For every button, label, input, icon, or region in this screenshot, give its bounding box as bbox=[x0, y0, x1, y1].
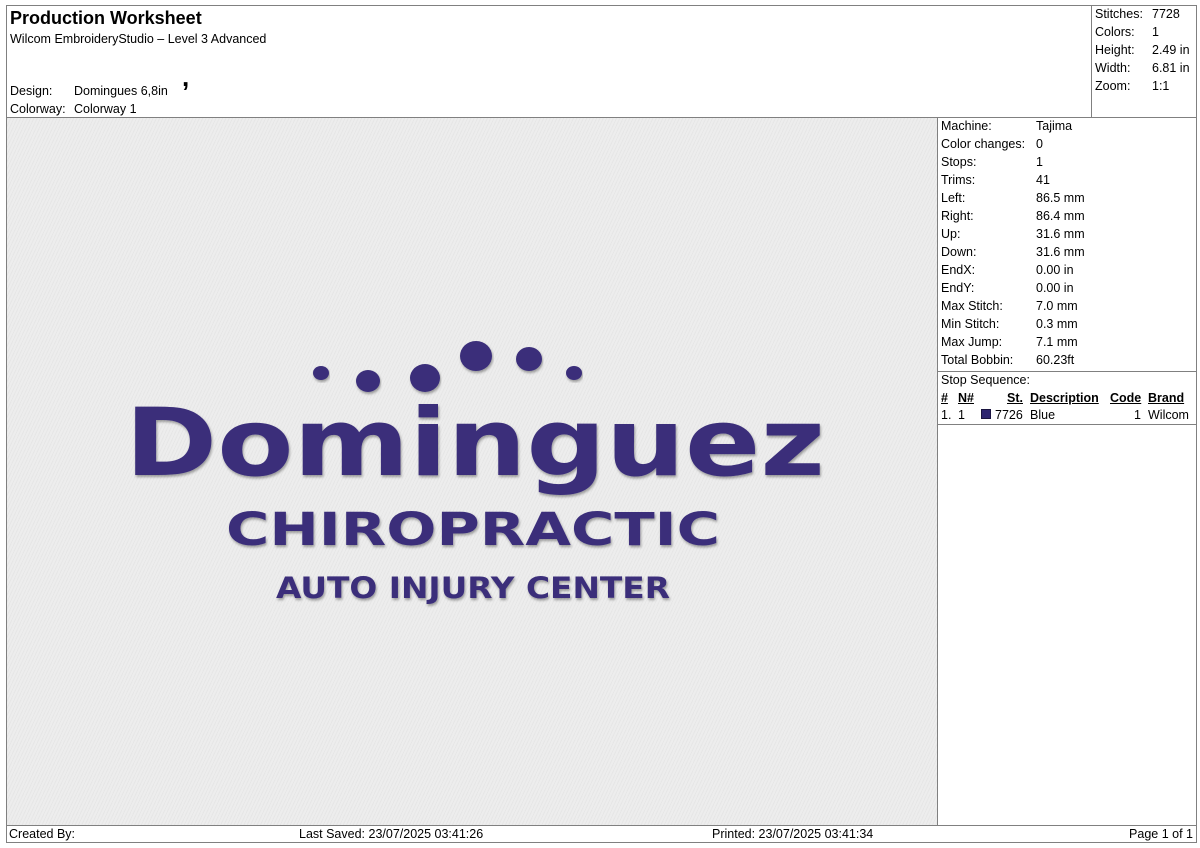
logo-dot bbox=[460, 341, 492, 371]
embroidery-logo: Dominguez CHIROPRACTIC AUTO INJURY CENTE… bbox=[125, 341, 825, 605]
color-changes-value: 0 bbox=[1036, 137, 1043, 151]
stitches-value: 7728 bbox=[1152, 7, 1180, 21]
divider bbox=[938, 371, 1196, 372]
width-label: Width: bbox=[1095, 61, 1131, 75]
page-title: Production Worksheet bbox=[10, 8, 202, 28]
color-changes-label: Color changes: bbox=[941, 137, 1026, 151]
created-by: Created By: bbox=[9, 827, 76, 841]
left-value: 86.5 mm bbox=[1036, 191, 1085, 205]
left-label: Left: bbox=[941, 191, 966, 205]
total-bobbin-value: 60.23ft bbox=[1036, 353, 1075, 367]
machine-details-panel: Machine: Tajima Color changes: 0 Stops: … bbox=[937, 117, 1197, 826]
page-number: Page 1 of 1 bbox=[1129, 827, 1193, 841]
col-header-num: # bbox=[941, 391, 948, 405]
stray-mark: , bbox=[182, 62, 190, 92]
zoom-label: Zoom: bbox=[1095, 79, 1131, 93]
logo-name: Dominguez bbox=[125, 389, 825, 498]
right-value: 86.4 mm bbox=[1036, 209, 1085, 223]
col-header-brand: Brand bbox=[1148, 391, 1185, 405]
endy-label: EndY: bbox=[941, 281, 975, 295]
row-description: Blue bbox=[1030, 408, 1056, 422]
row-needle: 1 bbox=[958, 408, 965, 422]
stop-sequence-title: Stop Sequence: bbox=[941, 373, 1030, 387]
stops-label: Stops: bbox=[941, 155, 977, 169]
row-num: 1. bbox=[941, 408, 952, 422]
logo-dot bbox=[313, 366, 329, 380]
endx-label: EndX: bbox=[941, 263, 976, 277]
row-brand: Wilcom bbox=[1148, 408, 1189, 422]
col-header-code: Code bbox=[1110, 391, 1142, 405]
last-saved: Last Saved: 23/07/2025 03:41:26 bbox=[299, 827, 484, 841]
divider bbox=[938, 424, 1196, 425]
width-value: 6.81 in bbox=[1152, 61, 1190, 75]
worksheet-header: Production Worksheet Wilcom EmbroiderySt… bbox=[6, 5, 1092, 118]
logo-dot bbox=[516, 347, 542, 371]
printed-date: Printed: 23/07/2025 03:41:34 bbox=[712, 827, 874, 841]
col-header-description: Description bbox=[1030, 391, 1099, 405]
logo-dots bbox=[313, 341, 582, 392]
stitches-label: Stitches: bbox=[1095, 7, 1143, 21]
total-bobbin-label: Total Bobbin: bbox=[941, 353, 1014, 367]
min-stitch-label: Min Stitch: bbox=[941, 317, 1000, 331]
max-jump-label: Max Jump: bbox=[941, 335, 1003, 349]
row-stitches: 7726 bbox=[995, 408, 1023, 422]
down-value: 31.6 mm bbox=[1036, 245, 1085, 259]
col-header-needle: N# bbox=[958, 391, 974, 405]
colorway-label: Colorway: bbox=[10, 102, 66, 116]
col-header-stitches: St. bbox=[1007, 391, 1023, 405]
max-stitch-value: 7.0 mm bbox=[1036, 299, 1078, 313]
worksheet-footer: Created By: Last Saved: 23/07/2025 03:41… bbox=[6, 825, 1197, 843]
endy-value: 0.00 in bbox=[1036, 281, 1074, 295]
machine-label: Machine: bbox=[941, 119, 992, 133]
design-preview: Dominguez CHIROPRACTIC AUTO INJURY CENTE… bbox=[6, 117, 938, 826]
min-stitch-value: 0.3 mm bbox=[1036, 317, 1078, 331]
up-value: 31.6 mm bbox=[1036, 227, 1085, 241]
machine-value: Tajima bbox=[1036, 119, 1073, 133]
endx-value: 0.00 in bbox=[1036, 263, 1074, 277]
height-label: Height: bbox=[1095, 43, 1135, 57]
colors-value: 1 bbox=[1152, 25, 1159, 39]
design-value: Domingues 6,8in bbox=[74, 84, 168, 98]
up-label: Up: bbox=[941, 227, 961, 241]
color-swatch bbox=[981, 409, 991, 419]
summary-panel: Stitches: 7728 Colors: 1 Height: 2.49 in… bbox=[1091, 5, 1197, 118]
logo-chiropractic: CHIROPRACTIC bbox=[226, 503, 720, 556]
design-label: Design: bbox=[10, 84, 53, 98]
logo-dot bbox=[566, 366, 582, 380]
trims-value: 41 bbox=[1036, 173, 1050, 187]
logo-dot bbox=[410, 364, 440, 392]
right-label: Right: bbox=[941, 209, 974, 223]
max-stitch-label: Max Stitch: bbox=[941, 299, 1003, 313]
colors-label: Colors: bbox=[1095, 25, 1135, 39]
logo-tagline: AUTO INJURY CENTER bbox=[276, 571, 670, 605]
max-jump-value: 7.1 mm bbox=[1036, 335, 1078, 349]
height-value: 2.49 in bbox=[1152, 43, 1190, 57]
software-name: Wilcom EmbroideryStudio – Level 3 Advanc… bbox=[10, 32, 267, 46]
trims-label: Trims: bbox=[941, 173, 976, 187]
row-code: 1 bbox=[1134, 408, 1141, 422]
down-label: Down: bbox=[941, 245, 977, 259]
colorway-value: Colorway 1 bbox=[74, 102, 137, 116]
stops-value: 1 bbox=[1036, 155, 1043, 169]
zoom-value: 1:1 bbox=[1152, 79, 1170, 93]
